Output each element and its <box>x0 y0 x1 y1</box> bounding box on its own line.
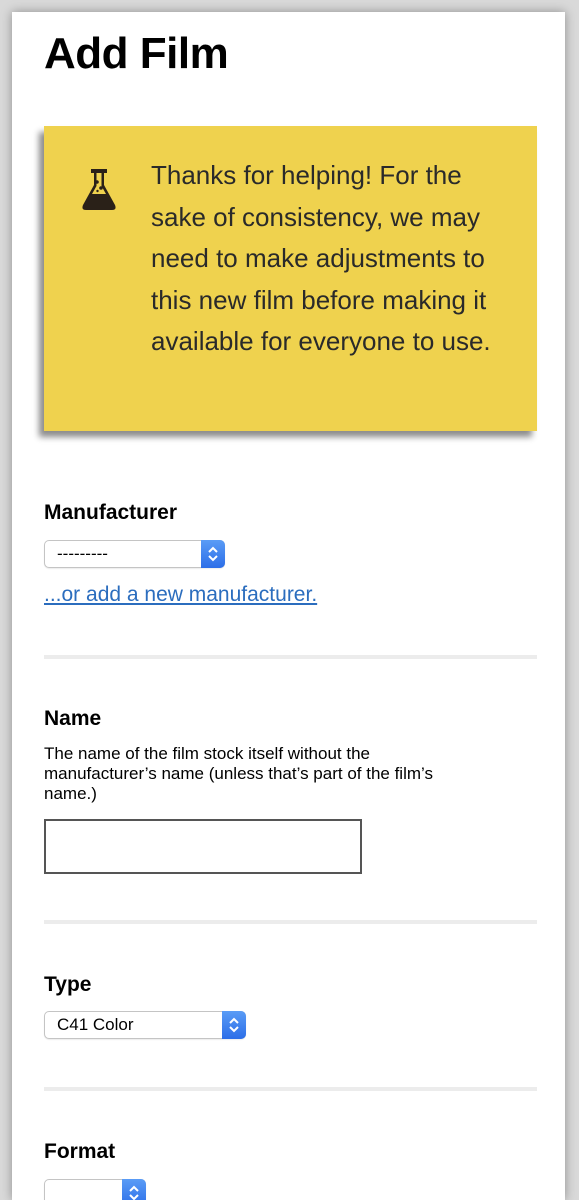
type-select[interactable]: C41 Color <box>44 1011 246 1039</box>
manufacturer-select[interactable]: --------- <box>44 540 225 568</box>
notice-box: Thanks for helping! For the sake of cons… <box>44 126 537 431</box>
name-input[interactable] <box>44 819 362 874</box>
divider <box>44 655 537 659</box>
add-film-page: Add Film Thanks for helping! For the sak… <box>12 12 565 1200</box>
name-label: Name <box>44 707 102 730</box>
notice-text: Thanks for helping! For the sake of cons… <box>151 160 491 356</box>
select-arrows-icon <box>222 1011 246 1039</box>
format-select[interactable] <box>44 1179 146 1200</box>
select-arrows-icon <box>122 1179 146 1200</box>
divider <box>44 1087 537 1091</box>
divider <box>44 920 537 924</box>
type-select-value: C41 Color <box>57 1015 134 1034</box>
type-label: Type <box>44 973 92 996</box>
manufacturer-select-value: --------- <box>57 544 108 563</box>
format-label: Format <box>44 1140 116 1163</box>
name-help-text: The name of the film stock itself withou… <box>44 744 433 803</box>
page-title: Add Film <box>44 29 229 78</box>
manufacturer-label: Manufacturer <box>44 501 178 524</box>
select-arrows-icon <box>201 540 225 568</box>
add-manufacturer-link[interactable]: ...or add a new manufacturer. <box>44 583 317 607</box>
flask-icon <box>80 168 118 212</box>
